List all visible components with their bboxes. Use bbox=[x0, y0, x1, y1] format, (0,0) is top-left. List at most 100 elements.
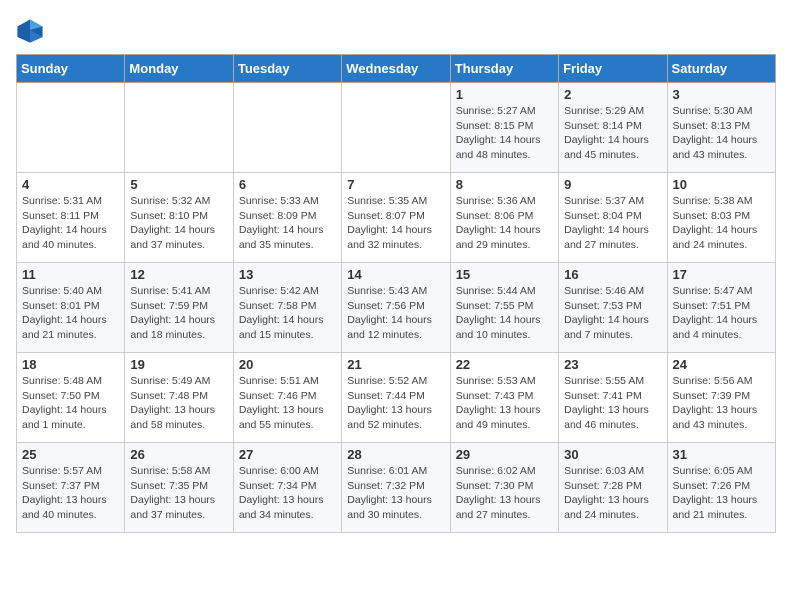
calendar-cell: 26Sunrise: 5:58 AM Sunset: 7:35 PM Dayli… bbox=[125, 443, 233, 533]
day-info: Sunrise: 5:35 AM Sunset: 8:07 PM Dayligh… bbox=[347, 194, 444, 253]
day-number: 5 bbox=[130, 177, 227, 192]
day-number: 19 bbox=[130, 357, 227, 372]
calendar-cell: 24 Sunrise: 5:56 AM Sunset: 7:39 PM Dayli… bbox=[667, 353, 775, 443]
day-info: Sunrise: 5:31 AM Sunset: 8:11 PM Dayligh… bbox=[22, 194, 119, 253]
day-number: 7 bbox=[347, 177, 444, 192]
day-number: 22 bbox=[456, 357, 553, 372]
day-header-friday: Friday bbox=[559, 55, 667, 83]
calendar-cell: 20 Sunrise: 5:51 AM Sunset: 7:46 PM Dayli… bbox=[233, 353, 341, 443]
calendar-cell: 8 Sunrise: 5:36 AM Sunset: 8:06 PM Daylig… bbox=[450, 173, 558, 263]
day-number: 15 bbox=[456, 267, 553, 282]
day-number: 24 bbox=[673, 357, 770, 372]
day-info: Sunrise: 6:00 AM Sunset: 7:34 PM Dayligh… bbox=[239, 464, 336, 523]
day-header-monday: Monday bbox=[125, 55, 233, 83]
day-info: Sunrise: 6:03 AM Sunset: 7:28 PM Dayligh… bbox=[564, 464, 661, 523]
day-number: 8 bbox=[456, 177, 553, 192]
day-info: Sunrise: 5:33 AM Sunset: 8:09 PM Dayligh… bbox=[239, 194, 336, 253]
day-info: Sunrise: 5:36 AM Sunset: 8:06 PM Dayligh… bbox=[456, 194, 553, 253]
day-info: Sunrise: 5:55 AM Sunset: 7:41 PM Dayligh… bbox=[564, 374, 661, 433]
day-header-thursday: Thursday bbox=[450, 55, 558, 83]
day-info: Sunrise: 5:43 AM Sunset: 7:56 PM Dayligh… bbox=[347, 284, 444, 343]
logo-icon bbox=[16, 16, 44, 44]
calendar-cell: 4Sunrise: 5:31 AM Sunset: 8:11 PM Daylig… bbox=[17, 173, 125, 263]
day-number: 21 bbox=[347, 357, 444, 372]
calendar-cell bbox=[233, 83, 341, 173]
calendar-cell: 27 Sunrise: 6:00 AM Sunset: 7:34 PM Dayli… bbox=[233, 443, 341, 533]
day-number: 10 bbox=[673, 177, 770, 192]
day-number: 28 bbox=[347, 447, 444, 462]
calendar-cell: 19 Sunrise: 5:49 AM Sunset: 7:48 PM Dayli… bbox=[125, 353, 233, 443]
day-info: Sunrise: 5:29 AM Sunset: 8:14 PM Dayligh… bbox=[564, 104, 661, 163]
calendar-cell bbox=[342, 83, 450, 173]
day-number: 20 bbox=[239, 357, 336, 372]
day-number: 6 bbox=[239, 177, 336, 192]
calendar-cell: 3 Sunrise: 5:30 AM Sunset: 8:13 PM Daylig… bbox=[667, 83, 775, 173]
day-info: Sunrise: 5:46 AM Sunset: 7:53 PM Dayligh… bbox=[564, 284, 661, 343]
day-number: 17 bbox=[673, 267, 770, 282]
day-number: 14 bbox=[347, 267, 444, 282]
day-info: Sunrise: 5:30 AM Sunset: 8:13 PM Dayligh… bbox=[673, 104, 770, 163]
calendar-cell: 9 Sunrise: 5:37 AM Sunset: 8:04 PM Daylig… bbox=[559, 173, 667, 263]
calendar-cell: 28 Sunrise: 6:01 AM Sunset: 7:32 PM Dayli… bbox=[342, 443, 450, 533]
day-number: 27 bbox=[239, 447, 336, 462]
day-info: Sunrise: 5:48 AM Sunset: 7:50 PM Dayligh… bbox=[22, 374, 119, 433]
day-info: Sunrise: 5:32 AM Sunset: 8:10 PM Dayligh… bbox=[130, 194, 227, 253]
day-number: 9 bbox=[564, 177, 661, 192]
calendar-cell: 11Sunrise: 5:40 AM Sunset: 8:01 PM Dayli… bbox=[17, 263, 125, 353]
day-info: Sunrise: 5:42 AM Sunset: 7:58 PM Dayligh… bbox=[239, 284, 336, 343]
day-info: Sunrise: 5:40 AM Sunset: 8:01 PM Dayligh… bbox=[22, 284, 119, 343]
calendar-cell: 23 Sunrise: 5:55 AM Sunset: 7:41 PM Dayli… bbox=[559, 353, 667, 443]
calendar-cell: 10 Sunrise: 5:38 AM Sunset: 8:03 PM Dayli… bbox=[667, 173, 775, 263]
calendar-cell: 17 Sunrise: 5:47 AM Sunset: 7:51 PM Dayli… bbox=[667, 263, 775, 353]
day-info: Sunrise: 5:51 AM Sunset: 7:46 PM Dayligh… bbox=[239, 374, 336, 433]
calendar-table: SundayMondayTuesdayWednesdayThursdayFrid… bbox=[16, 54, 776, 533]
day-number: 16 bbox=[564, 267, 661, 282]
day-info: Sunrise: 6:01 AM Sunset: 7:32 PM Dayligh… bbox=[347, 464, 444, 523]
day-number: 18 bbox=[22, 357, 119, 372]
day-number: 31 bbox=[673, 447, 770, 462]
day-info: Sunrise: 5:58 AM Sunset: 7:35 PM Dayligh… bbox=[130, 464, 227, 523]
day-info: Sunrise: 5:44 AM Sunset: 7:55 PM Dayligh… bbox=[456, 284, 553, 343]
day-number: 25 bbox=[22, 447, 119, 462]
calendar-cell: 25 Sunrise: 5:57 AM Sunset: 7:37 PM Dayli… bbox=[17, 443, 125, 533]
day-number: 13 bbox=[239, 267, 336, 282]
day-number: 30 bbox=[564, 447, 661, 462]
day-number: 2 bbox=[564, 87, 661, 102]
page-header bbox=[16, 16, 776, 44]
calendar-cell: 12Sunrise: 5:41 AM Sunset: 7:59 PM Dayli… bbox=[125, 263, 233, 353]
day-header-wednesday: Wednesday bbox=[342, 55, 450, 83]
day-number: 23 bbox=[564, 357, 661, 372]
day-info: Sunrise: 5:27 AM Sunset: 8:15 PM Dayligh… bbox=[456, 104, 553, 163]
calendar-cell: 1 Sunrise: 5:27 AM Sunset: 8:15 PM Daylig… bbox=[450, 83, 558, 173]
calendar-cell: 22 Sunrise: 5:53 AM Sunset: 7:43 PM Dayli… bbox=[450, 353, 558, 443]
calendar-cell: 14 Sunrise: 5:43 AM Sunset: 7:56 PM Dayli… bbox=[342, 263, 450, 353]
logo bbox=[16, 16, 48, 44]
day-info: Sunrise: 5:52 AM Sunset: 7:44 PM Dayligh… bbox=[347, 374, 444, 433]
calendar-cell: 2 Sunrise: 5:29 AM Sunset: 8:14 PM Daylig… bbox=[559, 83, 667, 173]
day-info: Sunrise: 5:47 AM Sunset: 7:51 PM Dayligh… bbox=[673, 284, 770, 343]
calendar-cell: 29 Sunrise: 6:02 AM Sunset: 7:30 PM Dayli… bbox=[450, 443, 558, 533]
calendar-cell: 31 Sunrise: 6:05 AM Sunset: 7:26 PM Dayli… bbox=[667, 443, 775, 533]
day-info: Sunrise: 6:05 AM Sunset: 7:26 PM Dayligh… bbox=[673, 464, 770, 523]
day-info: Sunrise: 5:57 AM Sunset: 7:37 PM Dayligh… bbox=[22, 464, 119, 523]
day-info: Sunrise: 5:56 AM Sunset: 7:39 PM Dayligh… bbox=[673, 374, 770, 433]
calendar-cell: 30 Sunrise: 6:03 AM Sunset: 7:28 PM Dayli… bbox=[559, 443, 667, 533]
day-info: Sunrise: 5:41 AM Sunset: 7:59 PM Dayligh… bbox=[130, 284, 227, 343]
day-info: Sunrise: 5:49 AM Sunset: 7:48 PM Dayligh… bbox=[130, 374, 227, 433]
calendar-cell: 7 Sunrise: 5:35 AM Sunset: 8:07 PM Daylig… bbox=[342, 173, 450, 263]
calendar-cell bbox=[17, 83, 125, 173]
calendar-cell: 18 Sunrise: 5:48 AM Sunset: 7:50 PM Dayli… bbox=[17, 353, 125, 443]
day-info: Sunrise: 5:38 AM Sunset: 8:03 PM Dayligh… bbox=[673, 194, 770, 253]
calendar-cell bbox=[125, 83, 233, 173]
day-number: 29 bbox=[456, 447, 553, 462]
day-header-tuesday: Tuesday bbox=[233, 55, 341, 83]
calendar-cell: 21 Sunrise: 5:52 AM Sunset: 7:44 PM Dayli… bbox=[342, 353, 450, 443]
calendar-cell: 13 Sunrise: 5:42 AM Sunset: 7:58 PM Dayli… bbox=[233, 263, 341, 353]
day-info: Sunrise: 5:37 AM Sunset: 8:04 PM Dayligh… bbox=[564, 194, 661, 253]
day-number: 1 bbox=[456, 87, 553, 102]
day-number: 3 bbox=[673, 87, 770, 102]
day-header-sunday: Sunday bbox=[17, 55, 125, 83]
day-info: Sunrise: 5:53 AM Sunset: 7:43 PM Dayligh… bbox=[456, 374, 553, 433]
day-info: Sunrise: 6:02 AM Sunset: 7:30 PM Dayligh… bbox=[456, 464, 553, 523]
calendar-cell: 16 Sunrise: 5:46 AM Sunset: 7:53 PM Dayli… bbox=[559, 263, 667, 353]
